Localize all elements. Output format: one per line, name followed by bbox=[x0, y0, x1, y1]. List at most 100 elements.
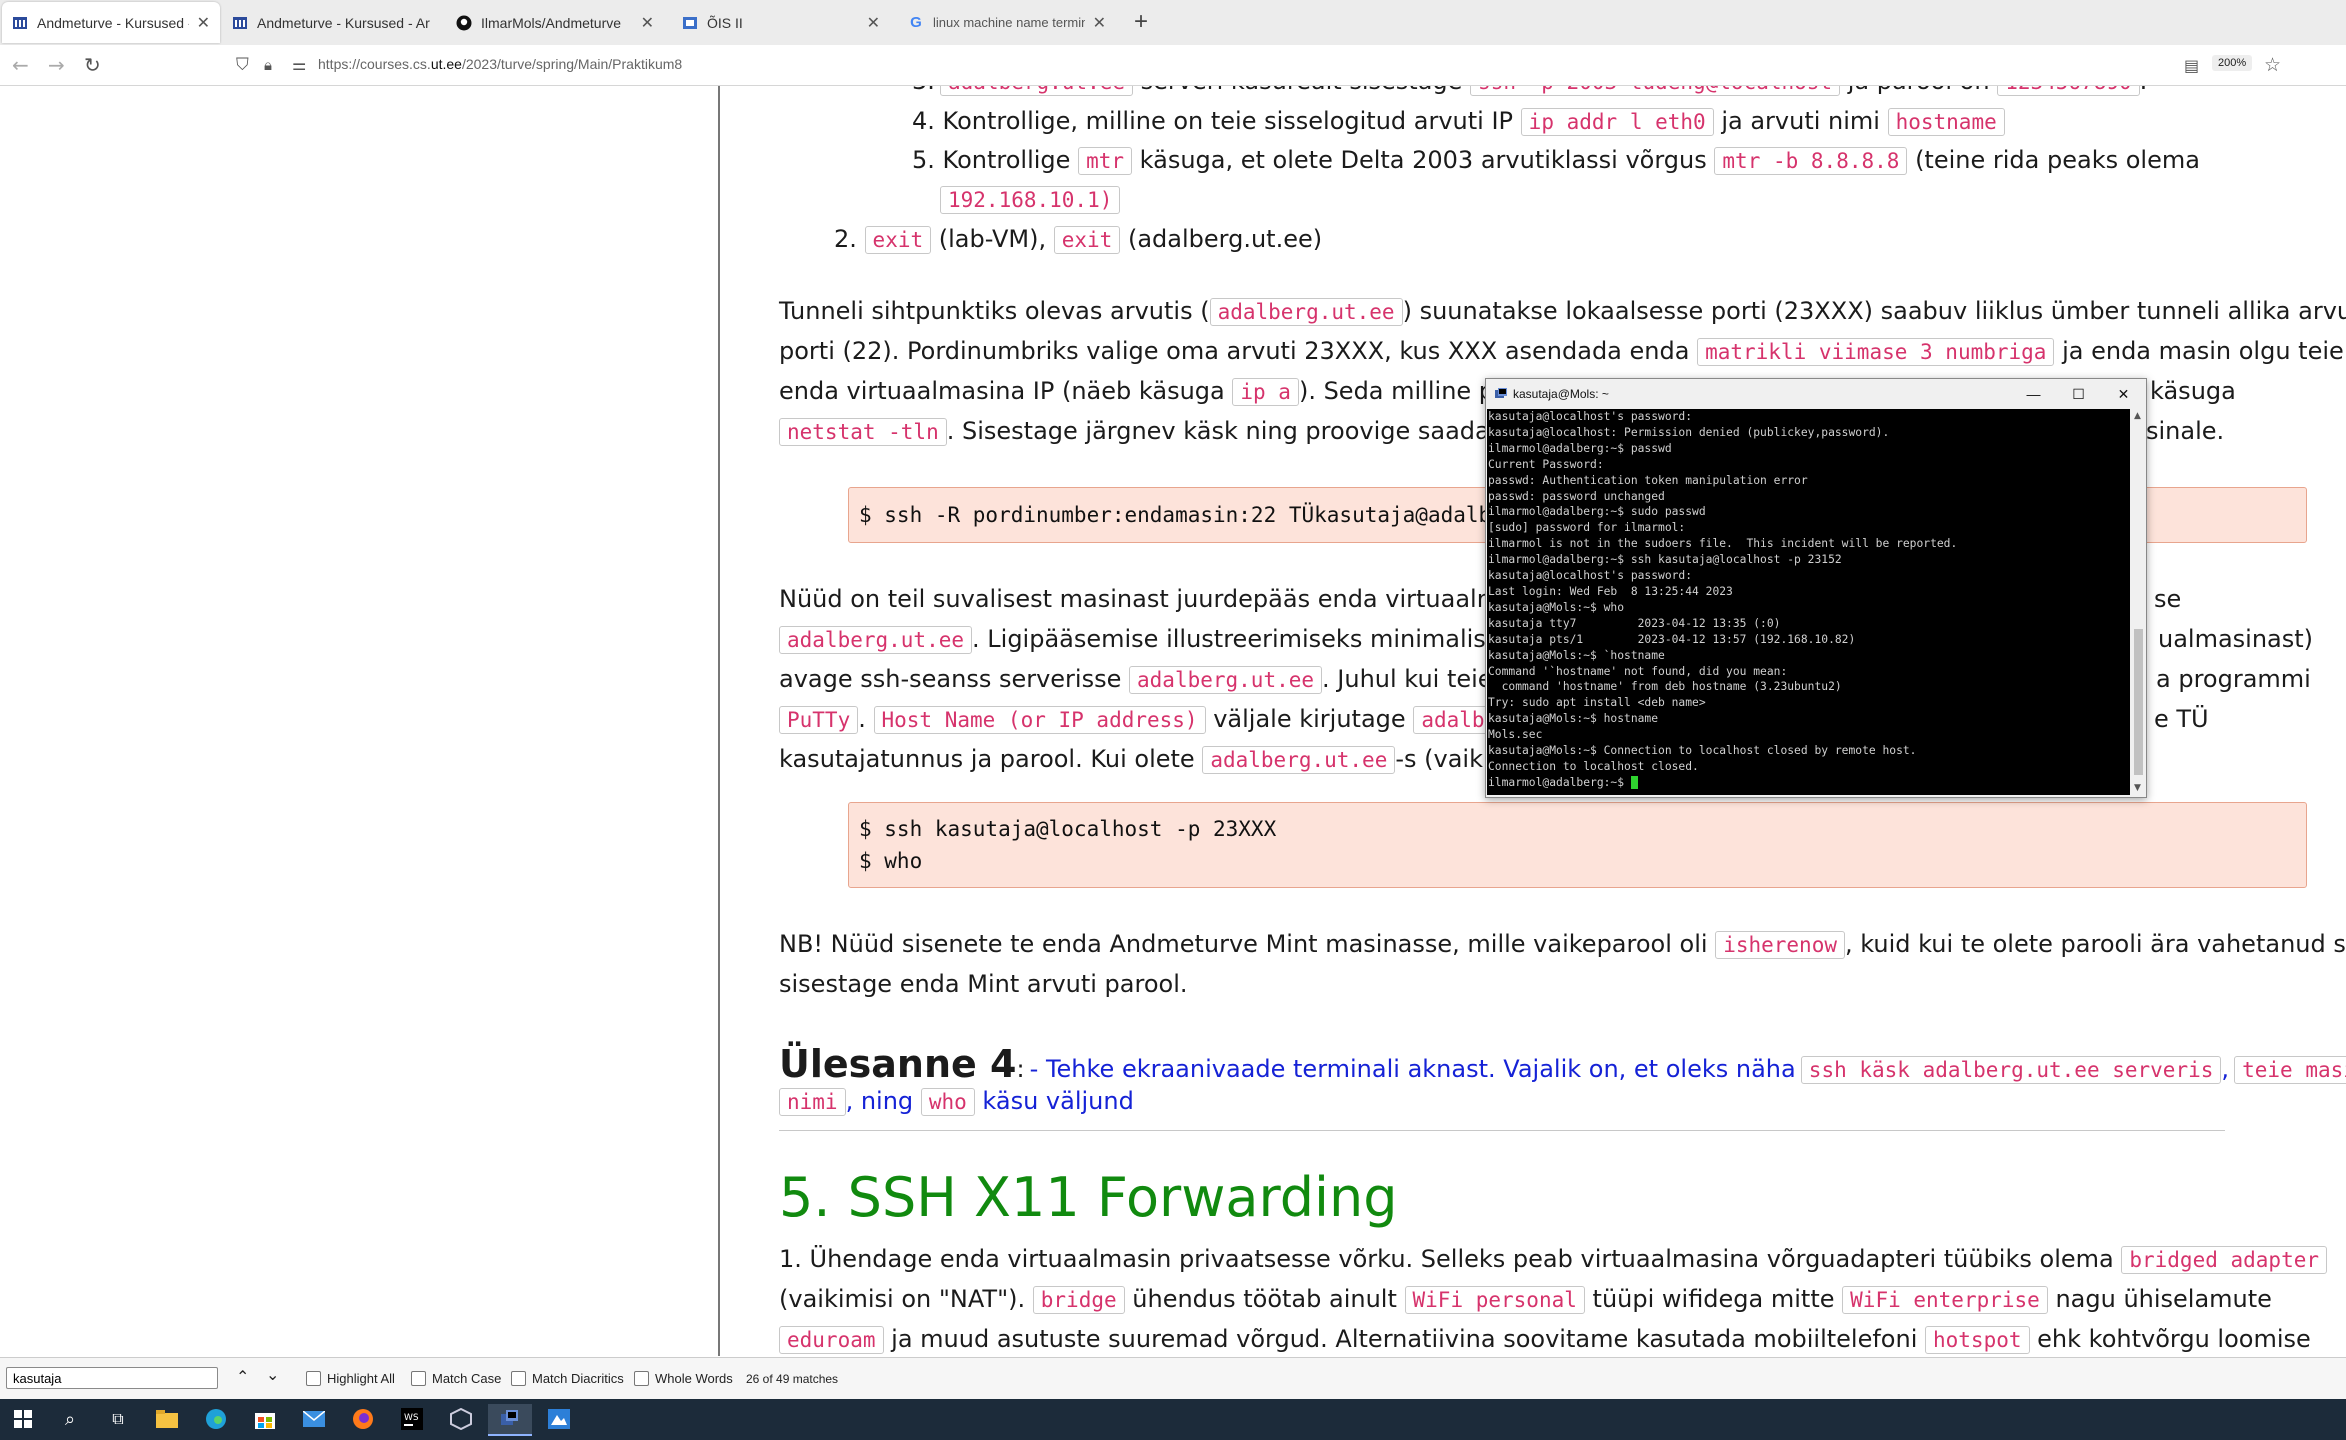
match-diacritics-checkbox[interactable]: Match Diacritics bbox=[511, 1371, 624, 1386]
windows-taskbar: ⌕ ⧉ WS bbox=[0, 1399, 2346, 1440]
tab-andmeturve-1[interactable]: Andmeturve - Kursused - Arvut ✕ bbox=[2, 2, 220, 43]
terminal-line: Connection to localhost closed. bbox=[1488, 759, 1699, 773]
tab-google[interactable]: G linux machine name terminal - ✕ bbox=[898, 2, 1116, 43]
task-heading: Ülesanne 4: - Tehke ekraanivaade termina… bbox=[779, 1042, 2346, 1086]
windows-start-icon[interactable] bbox=[6, 1404, 40, 1434]
close-icon[interactable]: ✕ bbox=[2101, 386, 2146, 403]
navigation-bar: ← → ↻ ⛉ 🔒︎ ⚌ https://courses.cs.ut.ee/20… bbox=[0, 45, 2346, 86]
terminal-cursor bbox=[1630, 776, 1638, 790]
reader-view-icon[interactable]: ▤ bbox=[2184, 56, 2199, 75]
paragraph: kasutajatunnus ja parool. Kui olete adal… bbox=[779, 745, 1514, 774]
terminal-line: kasutaja@Mols:~$ Connection to localhost… bbox=[1488, 744, 1917, 758]
scroll-down-icon[interactable]: ▼ bbox=[2134, 783, 2141, 793]
close-tab-icon[interactable]: ✕ bbox=[867, 13, 880, 33]
terminal-line: ilmarmol@adalberg:~$ sudo passwd bbox=[1488, 505, 1706, 519]
google-icon: G bbox=[910, 14, 922, 31]
paragraph: sinale. bbox=[2146, 417, 2225, 445]
paragraph: 1. Ühendage enda virtuaalmasin privaatse… bbox=[779, 1244, 2328, 1275]
highlight-all-checkbox[interactable]: Highlight All bbox=[306, 1371, 395, 1386]
tab-ois[interactable]: ÕIS II ✕ bbox=[672, 2, 890, 43]
list-item: 5. Kontrollige mtr käsuga, et olete Delt… bbox=[912, 146, 2200, 175]
terminal-line: [sudo] password for ilmarmol: bbox=[1488, 521, 1686, 535]
webstorm-icon[interactable]: WS bbox=[395, 1404, 429, 1434]
bookmark-star-icon[interactable]: ☆ bbox=[2264, 54, 2281, 76]
close-tab-icon[interactable]: ✕ bbox=[197, 13, 210, 33]
terminal-line: Try: sudo apt install <deb name> bbox=[1488, 696, 1706, 710]
shield-icon[interactable]: ⛉ bbox=[236, 55, 249, 75]
terminal-title: kasutaja@Mols: ~ bbox=[1513, 387, 1609, 401]
tab-title: ÕIS II bbox=[707, 14, 743, 31]
terminal-title-bar[interactable]: kasutaja@Mols: ~ — ☐ ✕ bbox=[1486, 379, 2146, 409]
task-view-icon[interactable]: ⧉ bbox=[101, 1404, 135, 1434]
scroll-up-icon[interactable]: ▲ bbox=[2134, 411, 2141, 421]
reload-icon[interactable]: ↻ bbox=[84, 53, 101, 77]
tab-andmeturve-2[interactable]: Andmeturve - Kursused - Arvut bbox=[222, 2, 440, 43]
terminal-line: command 'hostname' from deb hostname (3.… bbox=[1488, 680, 1842, 694]
store-icon[interactable] bbox=[248, 1404, 282, 1434]
tab-title: Andmeturve - Kursused - Arvut bbox=[257, 14, 430, 31]
list-item: 2. exit (lab-VM), exit (adalberg.ut.ee) bbox=[834, 225, 1323, 254]
tab-github[interactable]: IlmarMols/Andmeturve ✕ bbox=[446, 2, 664, 43]
forward-icon[interactable]: → bbox=[48, 53, 65, 77]
find-previous-icon[interactable]: ⌃ bbox=[236, 1367, 249, 1387]
permissions-icon[interactable]: ⚌ bbox=[292, 55, 306, 74]
edge-icon[interactable] bbox=[199, 1404, 233, 1434]
zoom-level-badge[interactable]: 200% bbox=[2212, 55, 2253, 71]
list-item: 4. Kontrollige, milline on teie sisselog… bbox=[912, 106, 2005, 137]
scrollbar-thumb[interactable] bbox=[2134, 629, 2143, 775]
paragraph: PuTTy. Host Name (or IP address) väljale… bbox=[779, 704, 1506, 735]
find-next-icon[interactable]: ⌄ bbox=[266, 1365, 279, 1385]
file-explorer-icon[interactable] bbox=[150, 1404, 184, 1434]
terminal-line: kasutaja@localhost: Permission denied (p… bbox=[1488, 425, 1890, 439]
section-heading: 5. SSH X11 Forwarding bbox=[779, 1166, 1398, 1229]
find-input[interactable] bbox=[6, 1367, 218, 1389]
tab-title: Andmeturve - Kursused - Arvut bbox=[37, 14, 189, 31]
search-icon[interactable]: ⌕ bbox=[53, 1404, 87, 1434]
terminal-line: passwd: Authentication token manipulatio… bbox=[1488, 473, 1808, 487]
terminal-line: ilmarmol is not in the sudoers file. Thi… bbox=[1488, 537, 1958, 551]
paragraph: sisestage enda Mint arvuti parool. bbox=[779, 970, 1188, 998]
terminal-line: kasutaja pts/1 2023-04-12 13:57 (192.168… bbox=[1488, 632, 1856, 646]
terminal-output[interactable]: kasutaja@localhost's password: kasutaja@… bbox=[1487, 409, 2130, 795]
terminal-line: kasutaja@Mols:~$ hostname bbox=[1488, 712, 1659, 726]
close-tab-icon[interactable]: ✕ bbox=[641, 13, 654, 33]
paragraph: Tunneli sihtpunktiks olevas arvutis (ada… bbox=[779, 297, 2346, 326]
putty-icon[interactable] bbox=[488, 1404, 532, 1436]
maximize-icon[interactable]: ☐ bbox=[2056, 386, 2101, 403]
paragraph: Nüüd on teil suvalisest masinast juurdep… bbox=[779, 585, 1528, 613]
terminal-window[interactable]: kasutaja@Mols: ~ — ☐ ✕ kasutaja@localhos… bbox=[1485, 378, 2147, 798]
terminal-line: ilmarmol@adalberg:~$ ssh kasutaja@localh… bbox=[1488, 553, 1842, 567]
whole-words-checkbox[interactable]: Whole Words bbox=[634, 1371, 733, 1386]
match-case-checkbox[interactable]: Match Case bbox=[411, 1371, 501, 1386]
find-bar: ⌃ ⌄ Highlight All Match Case Match Diacr… bbox=[0, 1357, 2346, 1400]
terminal-line: Last login: Wed Feb 8 13:25:44 2023 bbox=[1488, 584, 1733, 598]
university-icon bbox=[12, 15, 28, 31]
mail-icon[interactable] bbox=[297, 1404, 331, 1434]
terminal-prompt-line[interactable]: ilmarmol@adalberg:~$ bbox=[1488, 775, 2130, 791]
tab-title: linux machine name terminal - bbox=[933, 15, 1085, 30]
new-tab-button[interactable]: + bbox=[1134, 8, 1148, 36]
lock-icon[interactable]: 🔒︎ bbox=[264, 56, 272, 74]
virtualbox-icon[interactable] bbox=[444, 1404, 478, 1434]
paragraph: e TÜ bbox=[2154, 705, 2209, 733]
firefox-icon[interactable] bbox=[346, 1404, 380, 1434]
paragraph: eduroam ja muud asutuste suuremad võrgud… bbox=[779, 1324, 2311, 1355]
github-icon bbox=[456, 15, 472, 31]
ois-icon bbox=[682, 15, 698, 31]
terminal-line: ilmarmol@adalberg:~$ passwd bbox=[1488, 441, 1672, 455]
tab-strip: Andmeturve - Kursused - Arvut ✕ Andmetur… bbox=[0, 0, 2346, 45]
terminal-scrollbar[interactable]: ▲ ▼ bbox=[2131, 409, 2146, 795]
back-icon[interactable]: ← bbox=[12, 53, 29, 77]
close-tab-icon[interactable]: ✕ bbox=[1093, 13, 1106, 33]
minimize-icon[interactable]: — bbox=[2011, 386, 2056, 403]
terminal-line: passwd: password unchanged bbox=[1488, 489, 1665, 503]
putty-icon bbox=[1495, 388, 1507, 398]
url-bar[interactable]: https://courses.cs.ut.ee/2023/turve/spri… bbox=[318, 56, 682, 72]
list-item-cont: 192.168.10.1) bbox=[940, 184, 1121, 215]
terminal-line: Current Password: bbox=[1488, 457, 1604, 471]
paragraph: käsuga bbox=[2150, 377, 2236, 405]
paragraph: ualmasinast) bbox=[2158, 625, 2314, 653]
tab-title: IlmarMols/Andmeturve bbox=[481, 14, 622, 31]
app-icon[interactable] bbox=[542, 1404, 576, 1434]
paragraph: (vaikimisi on "NAT"). bridge ühendus töö… bbox=[779, 1285, 2272, 1314]
